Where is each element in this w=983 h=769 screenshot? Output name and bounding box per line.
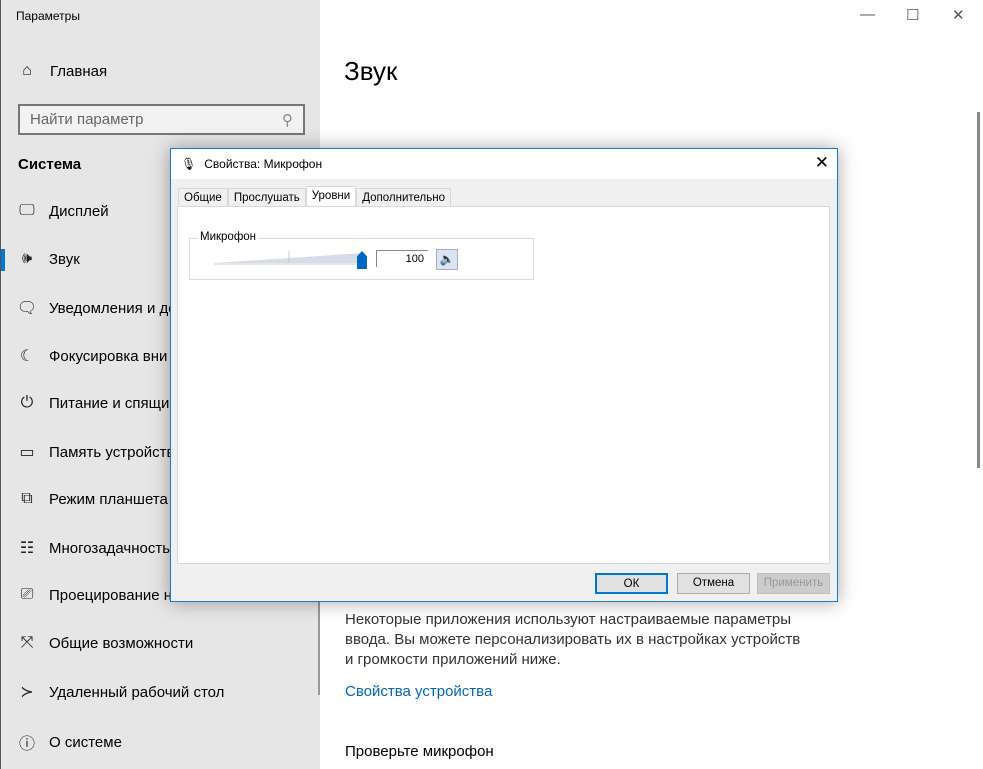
page-title: Звук: [344, 56, 398, 86]
level-slider-track[interactable]: [214, 251, 364, 265]
sidebar-item-label: Уведомления и де: [49, 299, 177, 317]
sidebar-item-label: Многозадачность: [49, 539, 171, 557]
search-icon: ⚲: [282, 112, 293, 129]
close-button[interactable]: ✕: [952, 6, 965, 24]
tab-levels[interactable]: Уровни: [305, 186, 357, 207]
notifications-icon: 🗨: [16, 300, 38, 317]
multitask-icon: ☷: [19, 540, 35, 557]
home-icon: ⌂: [22, 62, 32, 79]
description: Некоторые приложения используют настраив…: [345, 611, 801, 668]
sidebar-item-7[interactable]: ☷ Многозадачность: [18, 538, 170, 558]
search-input[interactable]: Найти параметр ⚲: [18, 104, 305, 135]
moon-icon: ☾: [19, 348, 35, 365]
microphone-group: Микрофон 100 🔈: [189, 231, 534, 280]
sidebar-item-label: Режим планшета: [49, 490, 168, 508]
tab-general[interactable]: Общие: [178, 188, 228, 207]
sidebar-item-label: Проецирование н: [49, 586, 173, 604]
sidebar-item-5[interactable]: ▭ Память устройств: [18, 442, 175, 462]
sidebar-item-4[interactable]: ⏻ Питание и спящи: [18, 394, 170, 412]
tab-advanced[interactable]: Дополнительно: [356, 188, 451, 207]
sidebar-item-8[interactable]: ⎚ Проецирование н: [18, 586, 172, 604]
dialog-title: Свойства: Микрофон: [204, 157, 323, 171]
level-value[interactable]: 100: [376, 250, 428, 267]
maximize-button[interactable]: ☐: [906, 6, 919, 24]
sidebar-item-2[interactable]: 🗨 Уведомления и де: [16, 298, 177, 318]
minimize-button[interactable]: —: [860, 6, 875, 23]
sidebar-item-3[interactable]: ☾ Фокусировка вни: [18, 346, 168, 366]
sidebar-item-label: Память устройств: [49, 443, 175, 461]
cancel-button[interactable]: Отмена: [677, 573, 750, 594]
info-icon: ⓘ: [18, 736, 35, 753]
sidebar-item-label: Питание и спящи: [49, 394, 170, 412]
mute-toggle-speaker-icon[interactable]: 🔈: [436, 249, 458, 270]
sidebar-item-label: Звук: [49, 250, 80, 268]
levels-panel: Микрофон 100 🔈: [177, 206, 830, 564]
dialog-close-button[interactable]: ✕: [815, 153, 829, 173]
sound-icon: 🕪: [21, 250, 33, 267]
section-title: Система: [18, 156, 82, 173]
sidebar-item-10[interactable]: ≻ Удаленный рабочий стол: [18, 682, 224, 702]
storage-icon: ▭: [19, 444, 35, 461]
project-icon: ⎚: [20, 586, 34, 603]
sidebar-item-1[interactable]: 🕪 Звук: [18, 250, 80, 268]
sidebar-item-11[interactable]: ⓘ О системе: [18, 730, 122, 754]
shared-icon: ⤧: [20, 634, 34, 651]
active-indicator: [1, 249, 5, 271]
nav-home[interactable]: ⌂ Главная: [18, 62, 107, 80]
main-scrollbar[interactable]: [977, 112, 980, 468]
app-title: Параметры: [16, 9, 80, 23]
home-label: Главная: [50, 62, 108, 80]
tab-listen[interactable]: Прослушать: [227, 188, 306, 207]
apply-button[interactable]: Применить: [757, 573, 830, 594]
sidebar-item-0[interactable]: 🖵 Дисплей: [18, 202, 109, 220]
test-mic-heading: Проверьте микрофон: [345, 743, 494, 760]
sidebar-item-label: Дисплей: [49, 202, 109, 220]
sidebar-item-6[interactable]: ⧉ Режим планшета: [18, 490, 168, 508]
search-placeholder: Найти параметр: [30, 111, 144, 128]
sidebar-item-label: Удаленный рабочий стол: [49, 683, 225, 701]
sidebar-item-label: Общие возможности: [49, 634, 194, 652]
microphone-properties-dialog: 🎙 Свойства: Микрофон ✕ Общие Прослушать У…: [170, 148, 838, 602]
device-properties-link[interactable]: Свойства устройства: [345, 683, 492, 700]
sidebar-item-label: Фокусировка вни: [49, 347, 168, 365]
remote-icon: ≻: [20, 684, 34, 701]
microphone-icon: 🎙: [181, 157, 197, 171]
ok-button[interactable]: ОК: [595, 573, 668, 594]
sidebar-item-9[interactable]: ⤧ Общие возможности: [18, 634, 194, 652]
display-icon: 🖵: [19, 202, 35, 219]
sidebar-item-label: О системе: [49, 733, 122, 751]
group-label: Микрофон: [198, 231, 259, 243]
tablet-icon: ⧉: [21, 490, 33, 507]
power-icon: ⏻: [20, 394, 34, 411]
